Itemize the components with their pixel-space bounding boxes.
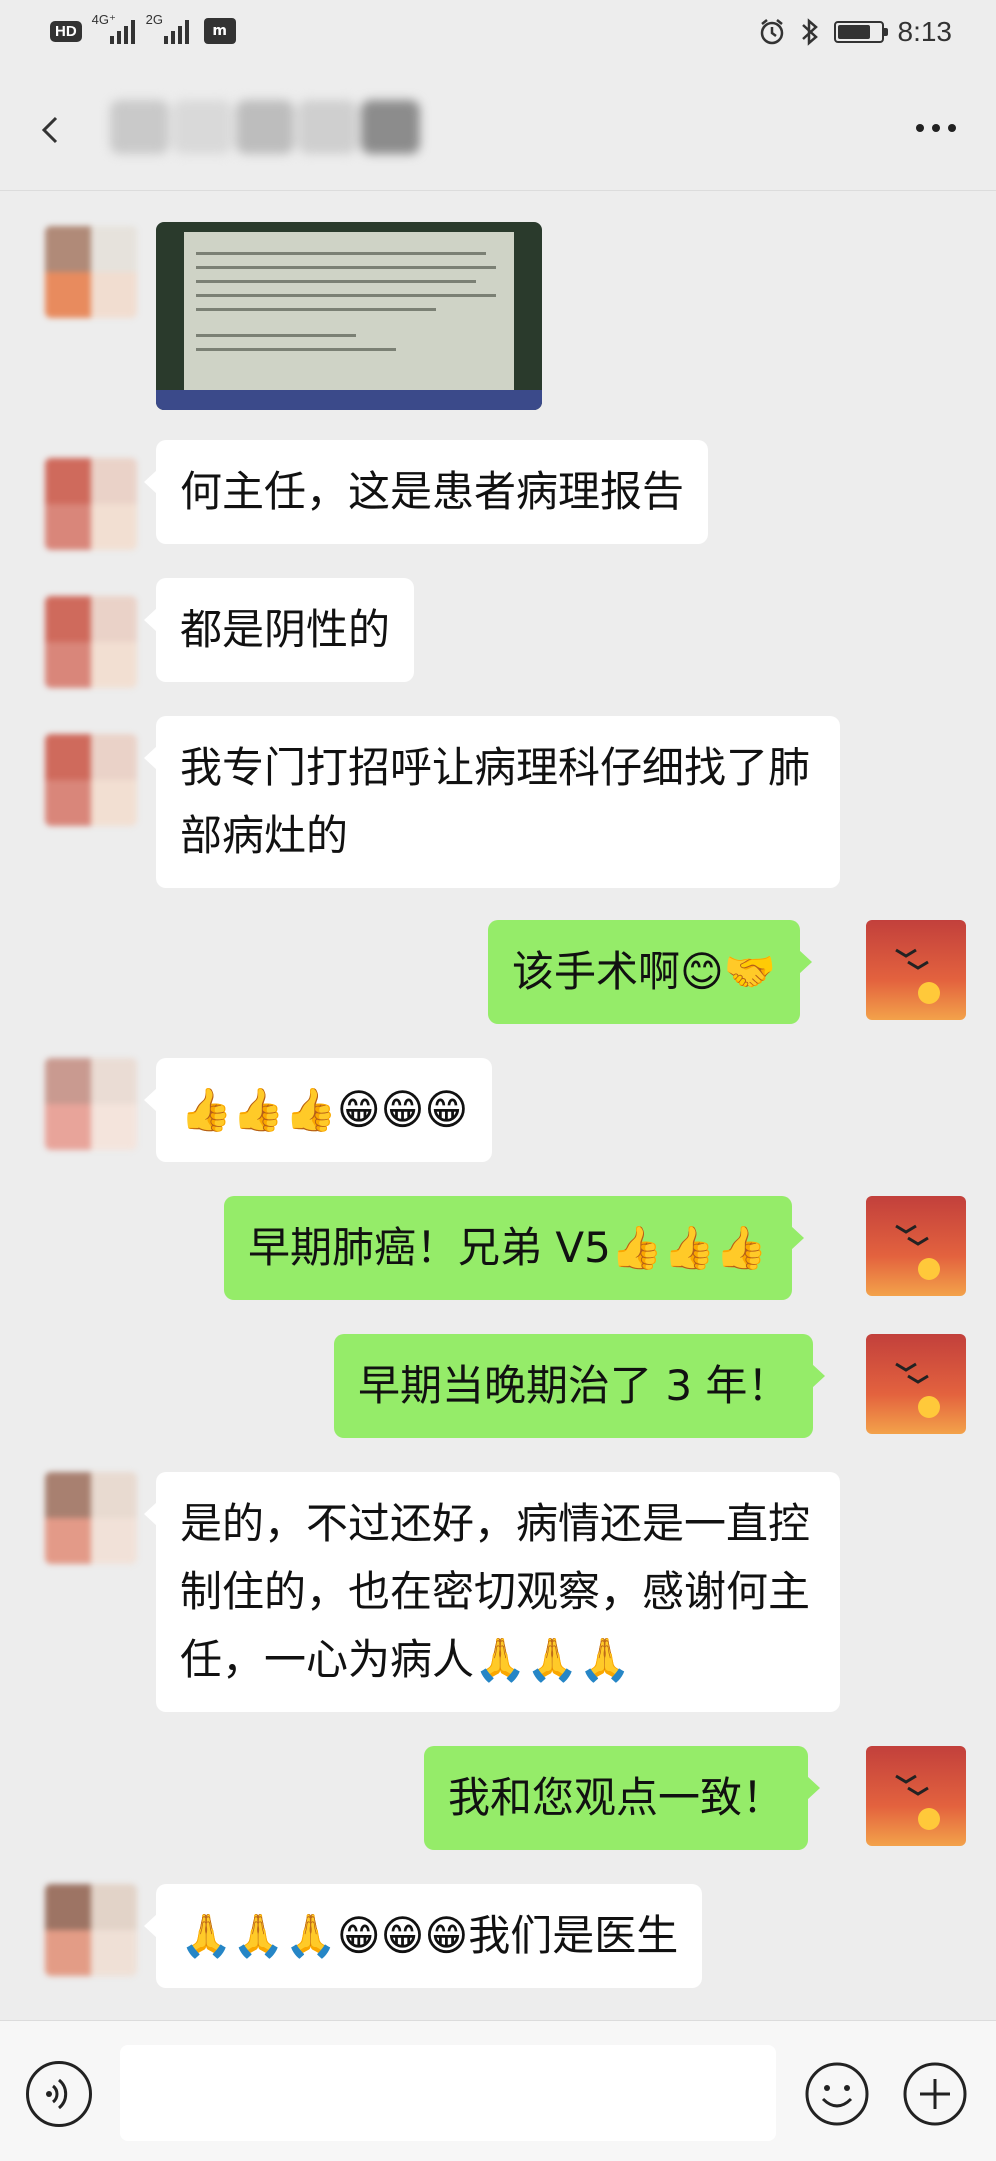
- message-bubble[interactable]: 🙏🙏🙏😁😁😁我们是医生: [143, 1884, 703, 1988]
- bluetooth-icon: [801, 18, 818, 46]
- message-bubble-self[interactable]: 该手术啊😊🤝: [488, 920, 813, 1024]
- message-bubble[interactable]: 都是阴性的: [143, 578, 415, 682]
- message-bubble[interactable]: 我专门打招呼让病理科仔细找了肺部病灶的: [144, 716, 840, 888]
- message-bubble[interactable]: 何主任，这是患者病理报告: [143, 440, 709, 544]
- message-bubble-self[interactable]: 我和您观点一致！: [424, 1746, 821, 1850]
- plus-icon[interactable]: [902, 2061, 968, 2127]
- signal-icon-4g: 4G⁺: [92, 12, 136, 44]
- signal-icon-2g: 2G: [146, 12, 190, 44]
- pathology-report-image[interactable]: [156, 222, 542, 410]
- emoji-icon[interactable]: [804, 2061, 870, 2127]
- chat-title-redacted: [110, 100, 420, 154]
- input-bar: [0, 2020, 996, 2161]
- chat-header: [0, 68, 996, 191]
- status-bar: HD 4G⁺ 2G m 8:13: [0, 0, 996, 68]
- avatar[interactable]: [45, 226, 137, 318]
- self-avatar[interactable]: [866, 920, 966, 1020]
- avatar[interactable]: [45, 1058, 137, 1150]
- clock: 8:13: [897, 16, 953, 47]
- self-avatar[interactable]: [866, 1196, 966, 1296]
- message-bubble[interactable]: 是的，不过还好，病情还是一直控制住的，也在密切观察，感谢何主任，一心为病人🙏🙏🙏: [144, 1472, 840, 1712]
- more-dots-icon[interactable]: [916, 124, 956, 132]
- carrier-logo-icon: m: [203, 18, 236, 44]
- hd-badge: HD: [50, 20, 82, 42]
- message-input[interactable]: [120, 2045, 776, 2141]
- avatar[interactable]: [45, 1472, 137, 1564]
- alarm-icon: [760, 19, 783, 45]
- message-bubble-self[interactable]: 早期当晚期治了 3 年！: [334, 1334, 826, 1438]
- message-bubble[interactable]: 👍👍👍😁😁😁: [143, 1058, 493, 1162]
- signal-4g-label: 4G⁺: [91, 12, 116, 27]
- battery-icon: [833, 21, 888, 43]
- self-avatar[interactable]: [866, 1334, 966, 1434]
- voice-icon[interactable]: [26, 2061, 92, 2127]
- avatar[interactable]: [45, 1884, 137, 1976]
- self-avatar[interactable]: [866, 1746, 966, 1846]
- avatar[interactable]: [45, 596, 137, 688]
- chevron-left-icon[interactable]: [30, 110, 70, 150]
- signal-2g-label: 2G: [145, 12, 164, 27]
- avatar[interactable]: [45, 734, 137, 826]
- message-bubble-self[interactable]: 早期肺癌！兄弟 V5👍👍👍: [224, 1196, 804, 1300]
- avatar[interactable]: [45, 458, 137, 550]
